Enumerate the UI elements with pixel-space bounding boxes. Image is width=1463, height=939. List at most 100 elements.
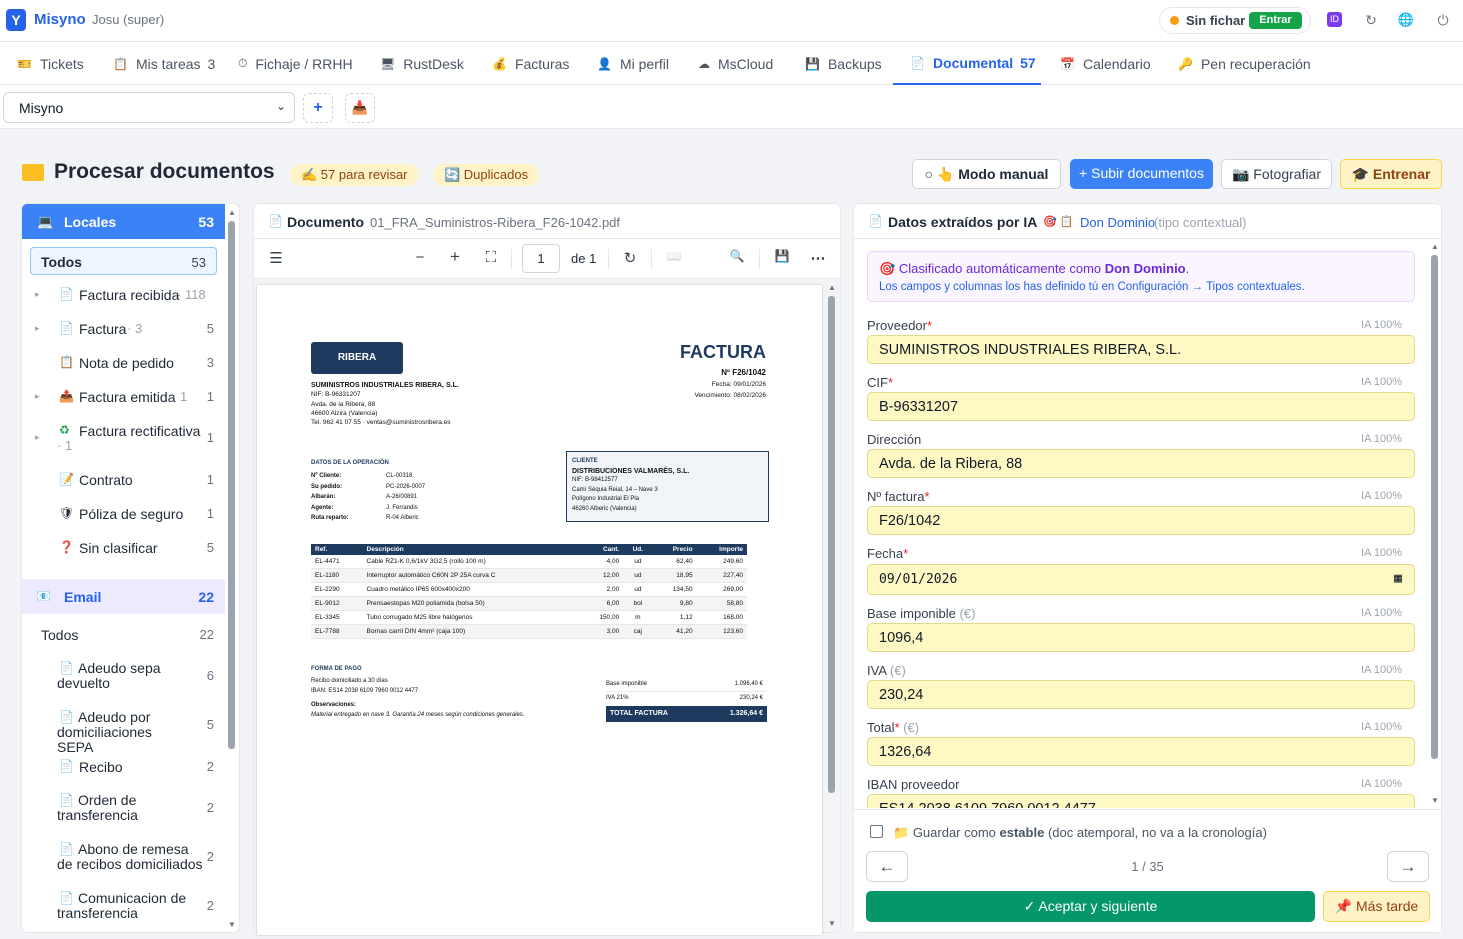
- scroll-down-icon[interactable]: ▼: [228, 920, 236, 929]
- payment-method: Recibo domiciliado a 30 días: [311, 678, 388, 684]
- sidebar-item-adeudo-sepa[interactable]: 📄 Adeudo por domiciliaciones SEPA 5: [22, 710, 225, 755]
- locales-header[interactable]: 💻 Locales 53: [22, 204, 225, 239]
- pdf-viewer[interactable]: RIBERA FACTURA Nº F26/1042 Fecha: 09/01/…: [254, 279, 840, 935]
- document-icon: 📄: [910, 55, 925, 70]
- id-icon[interactable]: ID: [1327, 12, 1342, 27]
- stable-checkbox[interactable]: [870, 825, 883, 838]
- tab-mis-tareas[interactable]: 📋 Mis tareas 3: [113, 42, 215, 85]
- tab-mi-perfil[interactable]: 👤 Mi perfil: [597, 42, 669, 85]
- fecha-input[interactable]: 09/01/2026 ▦: [867, 564, 1415, 595]
- scroll-up-icon[interactable]: ▲: [828, 283, 836, 292]
- next-button[interactable]: →: [1387, 851, 1429, 882]
- manual-mode-button[interactable]: ○ 👆 Modo manual: [912, 159, 1061, 189]
- client-nif: NIF: B-98412577: [572, 477, 618, 483]
- status-dot-icon: [1170, 16, 1179, 25]
- item-count: 2: [206, 800, 214, 815]
- more-icon[interactable]: ⋯: [808, 249, 828, 267]
- train-button[interactable]: 🎓 Entrenar: [1340, 159, 1442, 189]
- numero-factura-input[interactable]: F26/1042: [867, 506, 1415, 535]
- locales-todos[interactable]: Todos 53: [30, 247, 217, 275]
- scroll-down-icon[interactable]: ▼: [1431, 796, 1439, 805]
- main-tabs: 🎫 Tickets 📋 Mis tareas 3 ⏱ Fichaje / RRHH 🖥 R…: [0, 42, 1463, 85]
- item-count: 1: [206, 472, 214, 487]
- base-imponible-input[interactable]: 1096,4: [867, 623, 1415, 652]
- rotate-icon[interactable]: ↻: [620, 249, 640, 267]
- total-input[interactable]: 1326,64: [867, 737, 1415, 766]
- document-icon: 📄: [268, 214, 283, 228]
- later-button[interactable]: 📌 Más tarde: [1323, 891, 1430, 922]
- zoom-out-icon[interactable]: −: [410, 249, 430, 266]
- sidebar-item-comunicacion-transferencia[interactable]: 📄 Comunicacion de transferencia 2: [22, 891, 225, 925]
- item-count: 5: [206, 540, 214, 555]
- fields-scrollbar[interactable]: [1431, 255, 1438, 759]
- search-icon[interactable]: 🔍: [727, 249, 747, 263]
- contract-icon: 📝: [59, 472, 74, 486]
- tab-label: Tickets: [39, 55, 84, 72]
- items-table-wrapper: Ref. Descripción Cant. Ud. Precio Importe EL-…: [311, 544, 747, 639]
- tab-facturas[interactable]: 💰 Facturas: [492, 42, 569, 85]
- sidebar-item-orden-transferencia[interactable]: 📄 Orden de transferencia 2: [22, 793, 225, 827]
- tab-fichaje[interactable]: ⏱ Fichaje / RRHH: [238, 42, 353, 85]
- calendar-icon[interactable]: ▦: [1394, 571, 1402, 586]
- cell: Bornas carril DIN 4mm² (caja 100): [362, 624, 580, 639]
- item-subcount: · 1: [57, 438, 73, 453]
- outline-icon[interactable]: ☰: [266, 249, 286, 267]
- inbox-button[interactable]: 📥: [345, 93, 375, 123]
- company-select[interactable]: Misyno ⌄: [3, 92, 295, 123]
- user-icon: 👤: [597, 56, 612, 71]
- page-number-input[interactable]: 1: [522, 244, 560, 273]
- iban-input[interactable]: ES14 2038 6109 7960 0012 4477: [867, 794, 1415, 808]
- item-label: Abono de remesa de recibos domiciliados: [57, 841, 203, 872]
- tab-mscloud[interactable]: ☁ MsCloud: [698, 42, 773, 85]
- tab-label: Calendario: [1082, 55, 1151, 72]
- add-company-button[interactable]: +: [303, 93, 333, 123]
- pdf-page: RIBERA FACTURA Nº F26/1042 Fecha: 09/01/…: [257, 285, 822, 935]
- globe-icon[interactable]: 🌐: [1397, 12, 1415, 28]
- direccion-input[interactable]: Avda. de la Ribera, 88: [867, 449, 1415, 478]
- tab-calendario[interactable]: 📅 Calendario: [1060, 42, 1151, 85]
- entrar-button[interactable]: Entrar: [1249, 12, 1302, 29]
- spread-icon[interactable]: 📖: [664, 249, 684, 263]
- sidebar-scrollbar[interactable]: [228, 221, 235, 749]
- sidebar-item-factura-rectificativa[interactable]: ▸ ♻ Factura rectificativa · 1 1: [22, 423, 225, 457]
- tab-pen-recuperacion[interactable]: 🔑 Pen recuperación: [1178, 42, 1311, 85]
- tab-tickets[interactable]: 🎫 Tickets: [17, 42, 84, 85]
- ia-confidence: IA 100%: [1361, 778, 1402, 790]
- sidebar-item-adeudo-devuelto[interactable]: 📄 Adeudo sepa devuelto 6: [22, 661, 225, 695]
- fit-page-icon[interactable]: ⛶: [481, 249, 501, 266]
- photo-button[interactable]: 📷 Fotografiar: [1221, 159, 1332, 189]
- upload-button[interactable]: + Subir documentos: [1070, 159, 1213, 189]
- invoice-due: Vencimiento: 08/02/2026: [694, 392, 766, 399]
- accept-next-button[interactable]: ✓ Aceptar y siguiente: [866, 891, 1315, 922]
- locales-label: Locales: [64, 214, 117, 230]
- cell: 269,00: [696, 582, 747, 597]
- iva-input[interactable]: 230,24: [867, 680, 1415, 709]
- item-label: Factura recibida: [79, 287, 180, 303]
- cell: 9,80: [652, 596, 697, 611]
- review-pill[interactable]: ✍ 57 para revisar: [290, 164, 419, 186]
- save-icon[interactable]: 💾: [772, 249, 792, 263]
- proveedor-input[interactable]: SUMINISTROS INDUSTRIALES RIBERA, S.L.: [867, 335, 1415, 364]
- sidebar-item-abono-remesa[interactable]: 📄 Abono de remesa de recibos domiciliados…: [22, 842, 225, 876]
- tab-backups[interactable]: 💾 Backups: [805, 42, 882, 85]
- pdf-scrollbar[interactable]: [828, 296, 835, 793]
- op-key: Albarán:: [311, 494, 336, 500]
- tab-documental[interactable]: 📄 Documental 57: [893, 42, 1041, 85]
- duplicates-pill[interactable]: 🔄 Duplicados: [433, 164, 540, 186]
- scroll-down-icon[interactable]: ▼: [828, 919, 836, 928]
- top-bar: Y Misyno Josu (super) Sin fichar Entrar …: [0, 0, 1463, 42]
- tab-rustdesk[interactable]: 🖥 RustDesk: [380, 42, 464, 85]
- cif-input[interactable]: B-96331207: [867, 392, 1415, 421]
- cell: EL-9012: [311, 596, 363, 611]
- op-key: Ruta reparto:: [311, 515, 349, 521]
- scroll-up-icon[interactable]: ▲: [228, 208, 236, 217]
- scroll-up-icon[interactable]: ▲: [1431, 242, 1439, 251]
- op-key: Nº Cliente:: [311, 473, 342, 479]
- power-icon[interactable]: ⏻: [1434, 12, 1452, 29]
- email-header[interactable]: 📧 Email 22: [22, 579, 225, 614]
- extracted-data-panel: 📄 Datos extraídos por IA 🎯 📋 Don Dominio…: [853, 203, 1442, 933]
- zoom-in-icon[interactable]: +: [445, 247, 465, 267]
- doc-type-link[interactable]: Don Dominio: [1080, 215, 1155, 230]
- refresh-icon[interactable]: ↻: [1362, 12, 1380, 29]
- app-logo[interactable]: Y: [6, 9, 26, 31]
